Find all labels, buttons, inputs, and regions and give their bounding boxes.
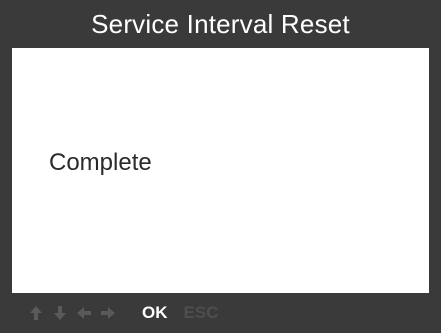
diagnostic-screen: Service Interval Reset Complete OK ESC xyxy=(0,0,441,333)
screen-frame-right xyxy=(429,0,441,333)
title-bar: Service Interval Reset xyxy=(0,0,441,48)
esc-button[interactable]: ESC xyxy=(184,303,219,323)
status-message: Complete xyxy=(49,149,152,176)
bottom-button-bar: OK ESC xyxy=(0,293,441,333)
left-arrow-icon[interactable] xyxy=(74,303,94,323)
ok-button[interactable]: OK xyxy=(142,303,168,323)
up-arrow-icon[interactable] xyxy=(26,303,46,323)
screen-title: Service Interval Reset xyxy=(91,8,350,39)
screen-frame-left xyxy=(0,0,12,333)
right-arrow-icon[interactable] xyxy=(98,303,118,323)
content-area: Complete xyxy=(12,48,429,293)
down-arrow-icon[interactable] xyxy=(50,303,70,323)
